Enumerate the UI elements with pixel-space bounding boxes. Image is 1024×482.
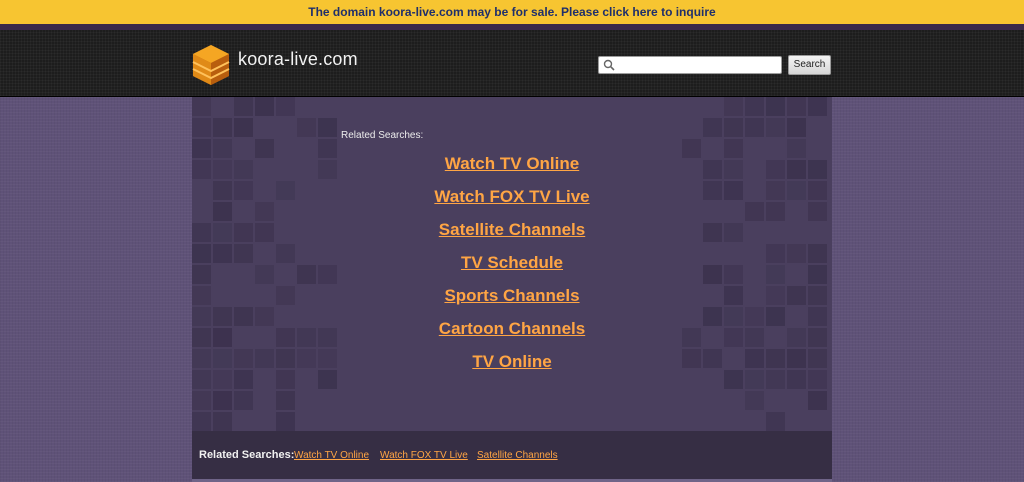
related-link-tv-online[interactable]: TV Online xyxy=(472,352,551,371)
footer-related-title: Related Searches: xyxy=(199,449,295,461)
related-searches-title: Related Searches: xyxy=(341,130,424,141)
footer-link-watch-fox-tv-live[interactable]: Watch FOX TV Live xyxy=(380,450,468,461)
footer-link-satellite-channels[interactable]: Satellite Channels xyxy=(477,450,558,461)
related-link-watch-tv-online[interactable]: Watch TV Online xyxy=(445,154,579,173)
main-content-panel: Related Searches: Watch TV Online Watch … xyxy=(192,97,832,431)
list-item: Satellite Channels xyxy=(192,218,832,251)
related-search-links: Watch TV Online Watch FOX TV Live Satell… xyxy=(192,152,832,383)
list-item: TV Schedule xyxy=(192,251,832,284)
footer-link-watch-tv-online[interactable]: Watch TV Online xyxy=(294,450,369,461)
search-button[interactable]: Search xyxy=(788,55,831,75)
related-link-tv-schedule[interactable]: TV Schedule xyxy=(461,253,563,272)
search-input[interactable] xyxy=(617,58,777,72)
list-item: TV Online xyxy=(192,350,832,383)
list-item: Watch FOX TV Live xyxy=(192,185,832,218)
site-header: koora-live.com Search xyxy=(0,30,1024,97)
orange-stacked-cube-icon xyxy=(192,45,230,85)
list-item: Cartoon Channels xyxy=(192,317,832,350)
related-link-cartoon-channels[interactable]: Cartoon Channels xyxy=(439,319,585,338)
footer-related-searches: Related Searches: Watch TV Online Watch … xyxy=(192,431,832,479)
list-item: Watch TV Online xyxy=(192,152,832,185)
related-link-watch-fox-tv-live[interactable]: Watch FOX TV Live xyxy=(434,187,589,206)
domain-sale-banner[interactable]: The domain koora-live.com may be for sal… xyxy=(0,0,1024,24)
list-item: Sports Channels xyxy=(192,284,832,317)
related-link-sports-channels[interactable]: Sports Channels xyxy=(444,286,579,305)
search-icon xyxy=(603,59,615,71)
related-link-satellite-channels[interactable]: Satellite Channels xyxy=(439,220,585,239)
site-name[interactable]: koora-live.com xyxy=(238,49,358,70)
search-field[interactable] xyxy=(598,56,782,74)
sale-banner-text[interactable]: The domain koora-live.com may be for sal… xyxy=(308,5,715,19)
